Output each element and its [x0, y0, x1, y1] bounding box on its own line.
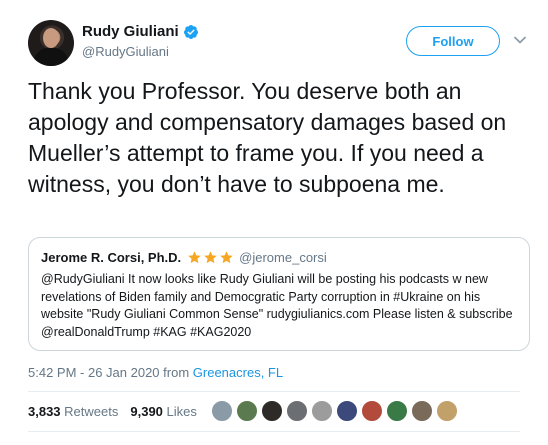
- liker-avatar-3[interactable]: [261, 400, 283, 422]
- star-icon: [188, 250, 201, 263]
- tweet-text: Thank you Professor. You deserve both an…: [28, 78, 507, 197]
- liker-avatar-9[interactable]: [411, 400, 433, 422]
- liker-avatar-2[interactable]: [236, 400, 258, 422]
- follow-button[interactable]: Follow: [406, 26, 500, 56]
- likes-count: 9,390: [130, 404, 163, 419]
- avatar-suit: [34, 48, 68, 66]
- liker-avatar-5[interactable]: [311, 400, 333, 422]
- quoted-author-name: Jerome R. Corsi, Ph.D.: [41, 249, 182, 265]
- star-icon: [220, 250, 233, 263]
- retweets-stat[interactable]: 3,833 Retweets: [28, 404, 118, 419]
- divider: [28, 391, 520, 392]
- avatar[interactable]: [28, 20, 74, 66]
- tweet-metadata: 5:42 PM - 26 Jan 2020 from Greenacres, F…: [28, 365, 283, 380]
- likes-label: Likes: [166, 404, 197, 419]
- likes-stat[interactable]: 9,390 Likes: [130, 404, 197, 419]
- liker-avatar-6[interactable]: [336, 400, 358, 422]
- quoted-tweet[interactable]: Jerome R. Corsi, Ph.D. @jerome_corsi @Ru…: [28, 237, 530, 351]
- liker-avatar-7[interactable]: [361, 400, 383, 422]
- liker-avatar-1[interactable]: [211, 400, 233, 422]
- retweets-count: 3,833: [28, 404, 61, 419]
- author-name[interactable]: Rudy Giuliani: [82, 23, 179, 40]
- liker-avatar-4[interactable]: [286, 400, 308, 422]
- divider: [28, 431, 520, 432]
- star-icon: [204, 250, 217, 263]
- verified-badge-icon: [183, 24, 198, 39]
- liker-avatars: [211, 400, 458, 422]
- author-name-row: Rudy Giuliani: [82, 23, 199, 40]
- avatar-face: [43, 28, 59, 48]
- chevron-down-icon[interactable]: [514, 36, 526, 44]
- tweet-timestamp[interactable]: 5:42 PM - 26 Jan 2020 from: [28, 365, 189, 380]
- quoted-tweet-text: @RudyGiuliani It now looks like Rudy Giu…: [41, 272, 513, 339]
- author-handle[interactable]: @RudyGiuliani: [82, 44, 169, 59]
- quoted-author-handle: @jerome_corsi: [239, 249, 327, 265]
- tweet-location-link[interactable]: Greenacres, FL: [193, 365, 283, 380]
- tweet-card: Rudy Giuliani @RudyGiuliani Follow Thank…: [0, 0, 548, 445]
- quoted-tweet-header: Jerome R. Corsi, Ph.D. @jerome_corsi: [41, 248, 517, 266]
- tweet-stats: 3,833 Retweets 9,390 Likes: [28, 404, 197, 419]
- liker-avatar-10[interactable]: [436, 400, 458, 422]
- star-emoji-group: [187, 250, 234, 265]
- liker-avatar-8[interactable]: [386, 400, 408, 422]
- retweets-label: Retweets: [64, 404, 119, 419]
